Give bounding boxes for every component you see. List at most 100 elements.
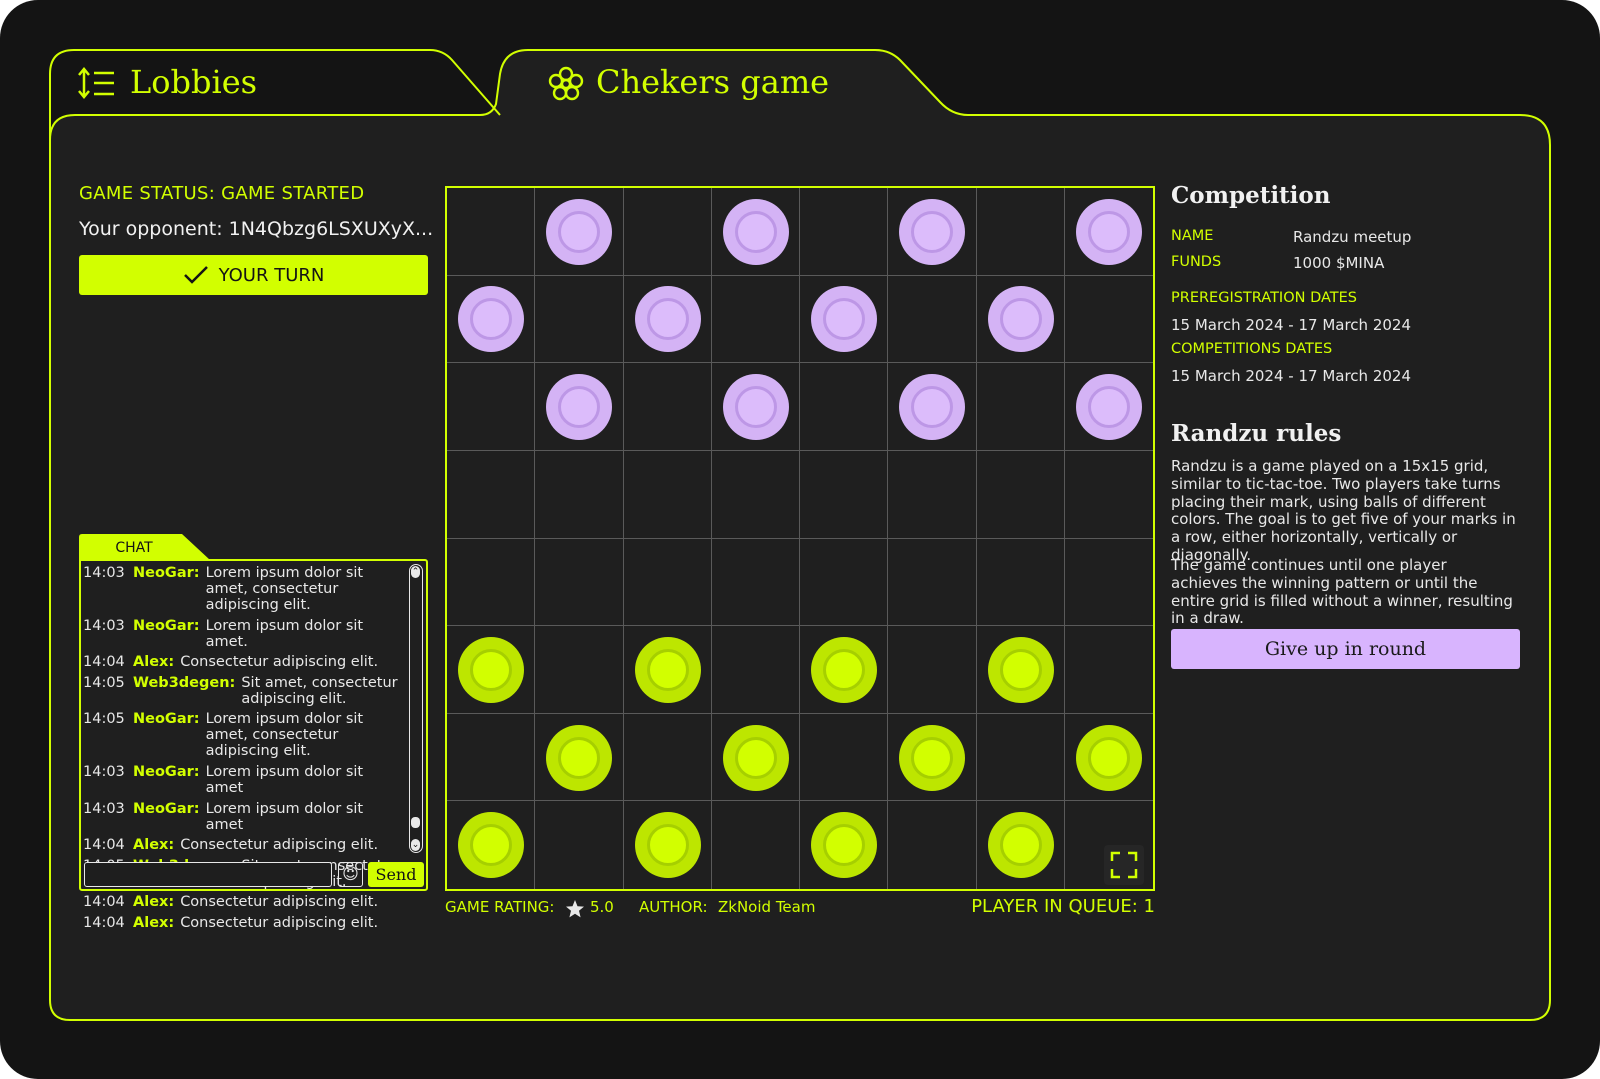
scroll-up-icon[interactable]: ⌃: [411, 566, 420, 578]
board-cell[interactable]: [888, 626, 977, 714]
board-cell[interactable]: [623, 363, 712, 451]
message-author: Alex:: [133, 654, 175, 671]
lime-checker-piece[interactable]: [1075, 724, 1142, 791]
board-cell[interactable]: [447, 188, 536, 276]
purple-checker-piece[interactable]: [634, 286, 701, 353]
star-icon: [566, 900, 584, 918]
board-cell[interactable]: [447, 450, 536, 539]
lime-checker-piece[interactable]: [634, 812, 701, 879]
purple-checker-piece[interactable]: [722, 374, 789, 441]
message-time: 14:04: [83, 914, 125, 931]
purple-checker-piece[interactable]: [899, 374, 966, 441]
piece-ring: [823, 298, 866, 341]
board-cell[interactable]: [976, 450, 1065, 539]
lime-checker-piece[interactable]: [899, 724, 966, 791]
lime-checker-piece[interactable]: [987, 812, 1054, 879]
your-turn-button[interactable]: YOUR TURN: [79, 255, 428, 295]
tab-lobbies[interactable]: Lobbies: [76, 62, 276, 106]
board-cell[interactable]: [535, 450, 624, 539]
piece-ring: [734, 386, 777, 429]
scroll-thumb[interactable]: [411, 817, 420, 828]
flower-icon: [548, 66, 584, 101]
board-cell[interactable]: [623, 713, 712, 802]
queue-status: PLAYER IN QUEUE: 1: [971, 896, 1155, 917]
board-cell[interactable]: [623, 538, 712, 627]
board-cell[interactable]: [1064, 626, 1153, 714]
lime-checker-piece[interactable]: [458, 636, 525, 703]
board-cell[interactable]: [976, 188, 1065, 276]
message-text: Lorem ipsum dolor sit amet, consectetur …: [205, 711, 364, 760]
piece-ring: [1087, 386, 1130, 429]
lime-checker-piece[interactable]: [722, 724, 789, 791]
emoji-icon[interactable]: ☺: [338, 862, 363, 887]
board-cell[interactable]: [711, 450, 800, 539]
board-cell[interactable]: [623, 450, 712, 539]
board-cell[interactable]: [535, 801, 624, 889]
tab-game[interactable]: Chekers game: [546, 62, 836, 106]
message-author: NeoGar:: [133, 800, 200, 817]
board-cell[interactable]: [976, 538, 1065, 627]
purple-checker-piece[interactable]: [546, 374, 613, 441]
rules-paragraph-2: The game continues until one player achi…: [1171, 556, 1513, 628]
purple-checker-piece[interactable]: [987, 286, 1054, 353]
lime-checker-piece[interactable]: [634, 636, 701, 703]
give-up-button[interactable]: Give up in round: [1171, 629, 1520, 669]
board-cell[interactable]: [711, 275, 800, 364]
board-cell[interactable]: [800, 538, 889, 627]
board-cell[interactable]: [447, 713, 536, 802]
board-cell[interactable]: [800, 450, 889, 539]
purple-checker-piece[interactable]: [546, 198, 613, 265]
game-status: GAME STATUS: GAME STARTED: [79, 183, 365, 204]
purple-checker-piece[interactable]: [899, 198, 966, 265]
board-cell[interactable]: [711, 626, 800, 714]
prereg-label: PREREGISTRATION DATES: [1171, 290, 1358, 306]
competition-heading: Competition: [1171, 182, 1331, 209]
board-cell[interactable]: [800, 188, 889, 276]
piece-ring: [911, 386, 954, 429]
board-cell[interactable]: [1064, 539, 1153, 627]
chat-scrollbar[interactable]: ⌃ ⌄: [409, 564, 423, 853]
name-value: Randzu meetup: [1293, 228, 1412, 246]
lime-checker-piece[interactable]: [987, 636, 1054, 703]
board-cell[interactable]: [1064, 451, 1153, 539]
board-cell[interactable]: [800, 713, 889, 802]
checkers-board[interactable]: [445, 186, 1155, 891]
piece-ring: [911, 736, 954, 779]
board-cell[interactable]: [888, 801, 977, 889]
board-cell[interactable]: [1064, 276, 1153, 364]
fullscreen-icon[interactable]: [1104, 845, 1144, 885]
message-time: 14:04: [83, 894, 125, 911]
board-cell[interactable]: [535, 275, 624, 364]
board-cell[interactable]: [976, 713, 1065, 802]
purple-checker-piece[interactable]: [1075, 374, 1142, 441]
board-cell[interactable]: [976, 363, 1065, 451]
chat-message: 14:03 NeoGar: Lorem ipsum dolor sit amet.: [83, 618, 403, 650]
rating-label: GAME RATING:: [445, 898, 555, 916]
board-cell[interactable]: [535, 538, 624, 627]
piece-ring: [999, 648, 1042, 691]
chat-message: 14:04 Alex: Consectetur adipiscing elit.: [83, 894, 403, 910]
lime-checker-piece[interactable]: [458, 812, 525, 879]
board-cell[interactable]: [535, 626, 624, 714]
board-cell[interactable]: [888, 275, 977, 364]
board-cell[interactable]: [800, 363, 889, 451]
lime-checker-piece[interactable]: [811, 812, 878, 879]
board-cell[interactable]: [888, 450, 977, 539]
board-cell[interactable]: [711, 538, 800, 627]
lime-checker-piece[interactable]: [546, 724, 613, 791]
board-cell[interactable]: [447, 538, 536, 627]
board-cell[interactable]: [888, 538, 977, 627]
message-time: 14:03: [83, 763, 125, 780]
purple-checker-piece[interactable]: [722, 198, 789, 265]
board-cell[interactable]: [712, 801, 800, 889]
board-cell[interactable]: [623, 188, 712, 276]
piece-ring: [823, 824, 866, 867]
send-button[interactable]: Send: [368, 862, 424, 887]
piece-ring: [999, 824, 1042, 867]
board-cell[interactable]: [447, 363, 536, 451]
purple-checker-piece[interactable]: [1075, 198, 1142, 265]
chat-input[interactable]: [84, 862, 332, 887]
sort-list-icon: [78, 67, 114, 99]
lime-checker-piece[interactable]: [811, 636, 878, 703]
scroll-down-icon[interactable]: ⌄: [411, 839, 420, 851]
